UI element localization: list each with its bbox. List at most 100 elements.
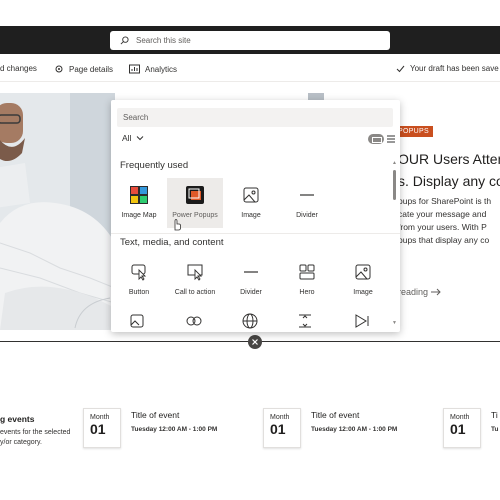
- command-bar: d changes Page details Analytics Your dr…: [0, 56, 500, 82]
- hero-body-line: pups for SharePoint is th: [398, 196, 492, 206]
- tile-divider[interactable]: Divider: [279, 178, 335, 228]
- event-card[interactable]: Month 01 Title of event Tuesday 12:00 AM…: [263, 408, 397, 448]
- call-to-action-icon: [187, 261, 204, 283]
- person-photo: [0, 93, 115, 330]
- hand-pointer-icon: [174, 219, 181, 231]
- events-title: g events: [0, 414, 35, 424]
- event-date-box: Month 01: [443, 408, 481, 448]
- events-desc: events for the selected y/or category.: [0, 428, 70, 448]
- hero-tag: POPUPS: [398, 126, 433, 137]
- chevron-down-icon: [137, 136, 144, 141]
- scroll-up-arrow[interactable]: ▲: [392, 160, 397, 166]
- events-desc-line: events for the selected: [0, 429, 71, 436]
- hero-body-line: from your users. With P: [398, 222, 487, 232]
- tile-label: Divider: [240, 289, 262, 296]
- hero-body-line: pups that display any co: [398, 235, 490, 245]
- image-icon: [355, 261, 371, 283]
- tile-divider[interactable]: Divider: [223, 255, 279, 305]
- event-title: Ti: [491, 410, 498, 420]
- toolbox-search-input[interactable]: Search: [117, 108, 393, 127]
- arrow-right-icon: [431, 288, 441, 296]
- image-icon: [243, 184, 259, 206]
- tile-label: Image: [353, 289, 373, 296]
- spacer-icon[interactable]: [298, 314, 312, 328]
- analytics-label: Analytics: [145, 64, 178, 74]
- event-day: 01: [450, 421, 466, 437]
- section-separator: [111, 233, 400, 234]
- hero-heading-line2: s. Display any co: [398, 173, 500, 189]
- page-details-button[interactable]: Page details: [54, 64, 113, 74]
- button-icon: [131, 261, 148, 283]
- hero-body-line: cate your message and: [398, 209, 487, 219]
- analytics-button[interactable]: Analytics: [129, 64, 177, 74]
- discard-changes-label: d changes: [0, 64, 37, 73]
- image-gallery-icon[interactable]: [130, 314, 144, 328]
- event-time: Tu: [491, 426, 499, 433]
- event-title: Title of event: [311, 410, 360, 420]
- power-popups-icon: [186, 184, 204, 206]
- hero-icon: [299, 261, 315, 283]
- tile-button[interactable]: Button: [111, 255, 167, 305]
- site-search-box[interactable]: Search this site: [110, 31, 390, 50]
- events-desc-line: y/or category.: [0, 439, 42, 446]
- event-month: Month: [270, 414, 290, 421]
- divider-icon: [299, 184, 315, 206]
- link-icon[interactable]: [186, 316, 202, 326]
- read-more-link[interactable]: reading: [398, 287, 441, 297]
- tile-image-map[interactable]: Image Map: [111, 178, 167, 228]
- text-media-heading: Text, media, and content: [120, 237, 224, 248]
- event-card[interactable]: Month 01 Title of event Tuesday 12:00 AM…: [83, 408, 217, 448]
- tile-image[interactable]: Image: [335, 255, 391, 305]
- tile-image[interactable]: Image: [223, 178, 279, 228]
- read-more-label: reading: [398, 287, 429, 297]
- tile-hero[interactable]: Hero: [279, 255, 335, 305]
- list-view-icon[interactable]: [387, 135, 395, 143]
- scroll-down-arrow[interactable]: ▼: [392, 320, 397, 326]
- hero-body: pups for SharePoint is th cate your mess…: [398, 195, 491, 247]
- tile-label: Divider: [296, 212, 318, 219]
- tile-label: Image: [241, 212, 261, 219]
- site-search-placeholder: Search this site: [136, 36, 191, 45]
- event-time: Tuesday 12:00 AM - 1:00 PM: [311, 426, 398, 433]
- tile-label: Button: [128, 289, 150, 296]
- frequently-used-heading: Frequently used: [120, 160, 189, 171]
- globe-icon[interactable]: [242, 313, 258, 329]
- stream-icon[interactable]: [354, 314, 370, 328]
- event-time: Tuesday 12:00 AM - 1:00 PM: [131, 426, 218, 433]
- gear-icon: [55, 65, 63, 73]
- event-day: 01: [270, 421, 286, 437]
- event-day: 01: [90, 421, 106, 437]
- draft-status-label: Your draft has been save: [410, 64, 499, 73]
- draft-status: Your draft has been save: [396, 64, 499, 73]
- search-icon: [120, 36, 129, 45]
- grid-view-toggle[interactable]: [368, 134, 384, 144]
- event-month: Month: [450, 414, 470, 421]
- webpart-toolbox: Search All Frequently used Image Map Pow…: [111, 100, 400, 332]
- close-icon: [252, 339, 258, 345]
- hero-heading-line1: OUR Users Atten: [398, 151, 500, 167]
- event-date-box: Month 01: [83, 408, 121, 448]
- analytics-icon: [129, 64, 140, 74]
- toolbox-filter-dropdown[interactable]: All: [122, 133, 144, 143]
- discard-changes-button[interactable]: d changes: [0, 64, 37, 73]
- event-date-box: Month 01: [263, 408, 301, 448]
- event-info: Title of event Tuesday 12:00 AM - 1:00 P…: [131, 410, 217, 448]
- tile-label: Call to action: [174, 289, 216, 296]
- event-month: Month: [90, 414, 110, 421]
- image-map-icon: [130, 184, 148, 206]
- tile-call-to-action[interactable]: Call to action: [167, 255, 223, 305]
- event-info: Ti Tu: [491, 410, 498, 448]
- divider-icon: [243, 261, 259, 283]
- event-card[interactable]: Month 01 Ti Tu: [443, 408, 498, 448]
- toolbox-filter-label: All: [122, 133, 132, 143]
- tile-label: Image Map: [121, 212, 157, 219]
- event-info: Title of event Tuesday 12:00 AM - 1:00 P…: [311, 410, 397, 448]
- top-frame: [0, 0, 500, 26]
- events-description: g events events for the selected y/or ca…: [0, 414, 70, 448]
- hero-image: [0, 93, 115, 330]
- event-title: Title of event: [131, 410, 180, 420]
- close-toolbox-button[interactable]: [248, 335, 262, 349]
- tile-label: Hero: [299, 289, 315, 296]
- page-details-label: Page details: [69, 64, 114, 74]
- toolbox-scrollbar[interactable]: [393, 170, 396, 200]
